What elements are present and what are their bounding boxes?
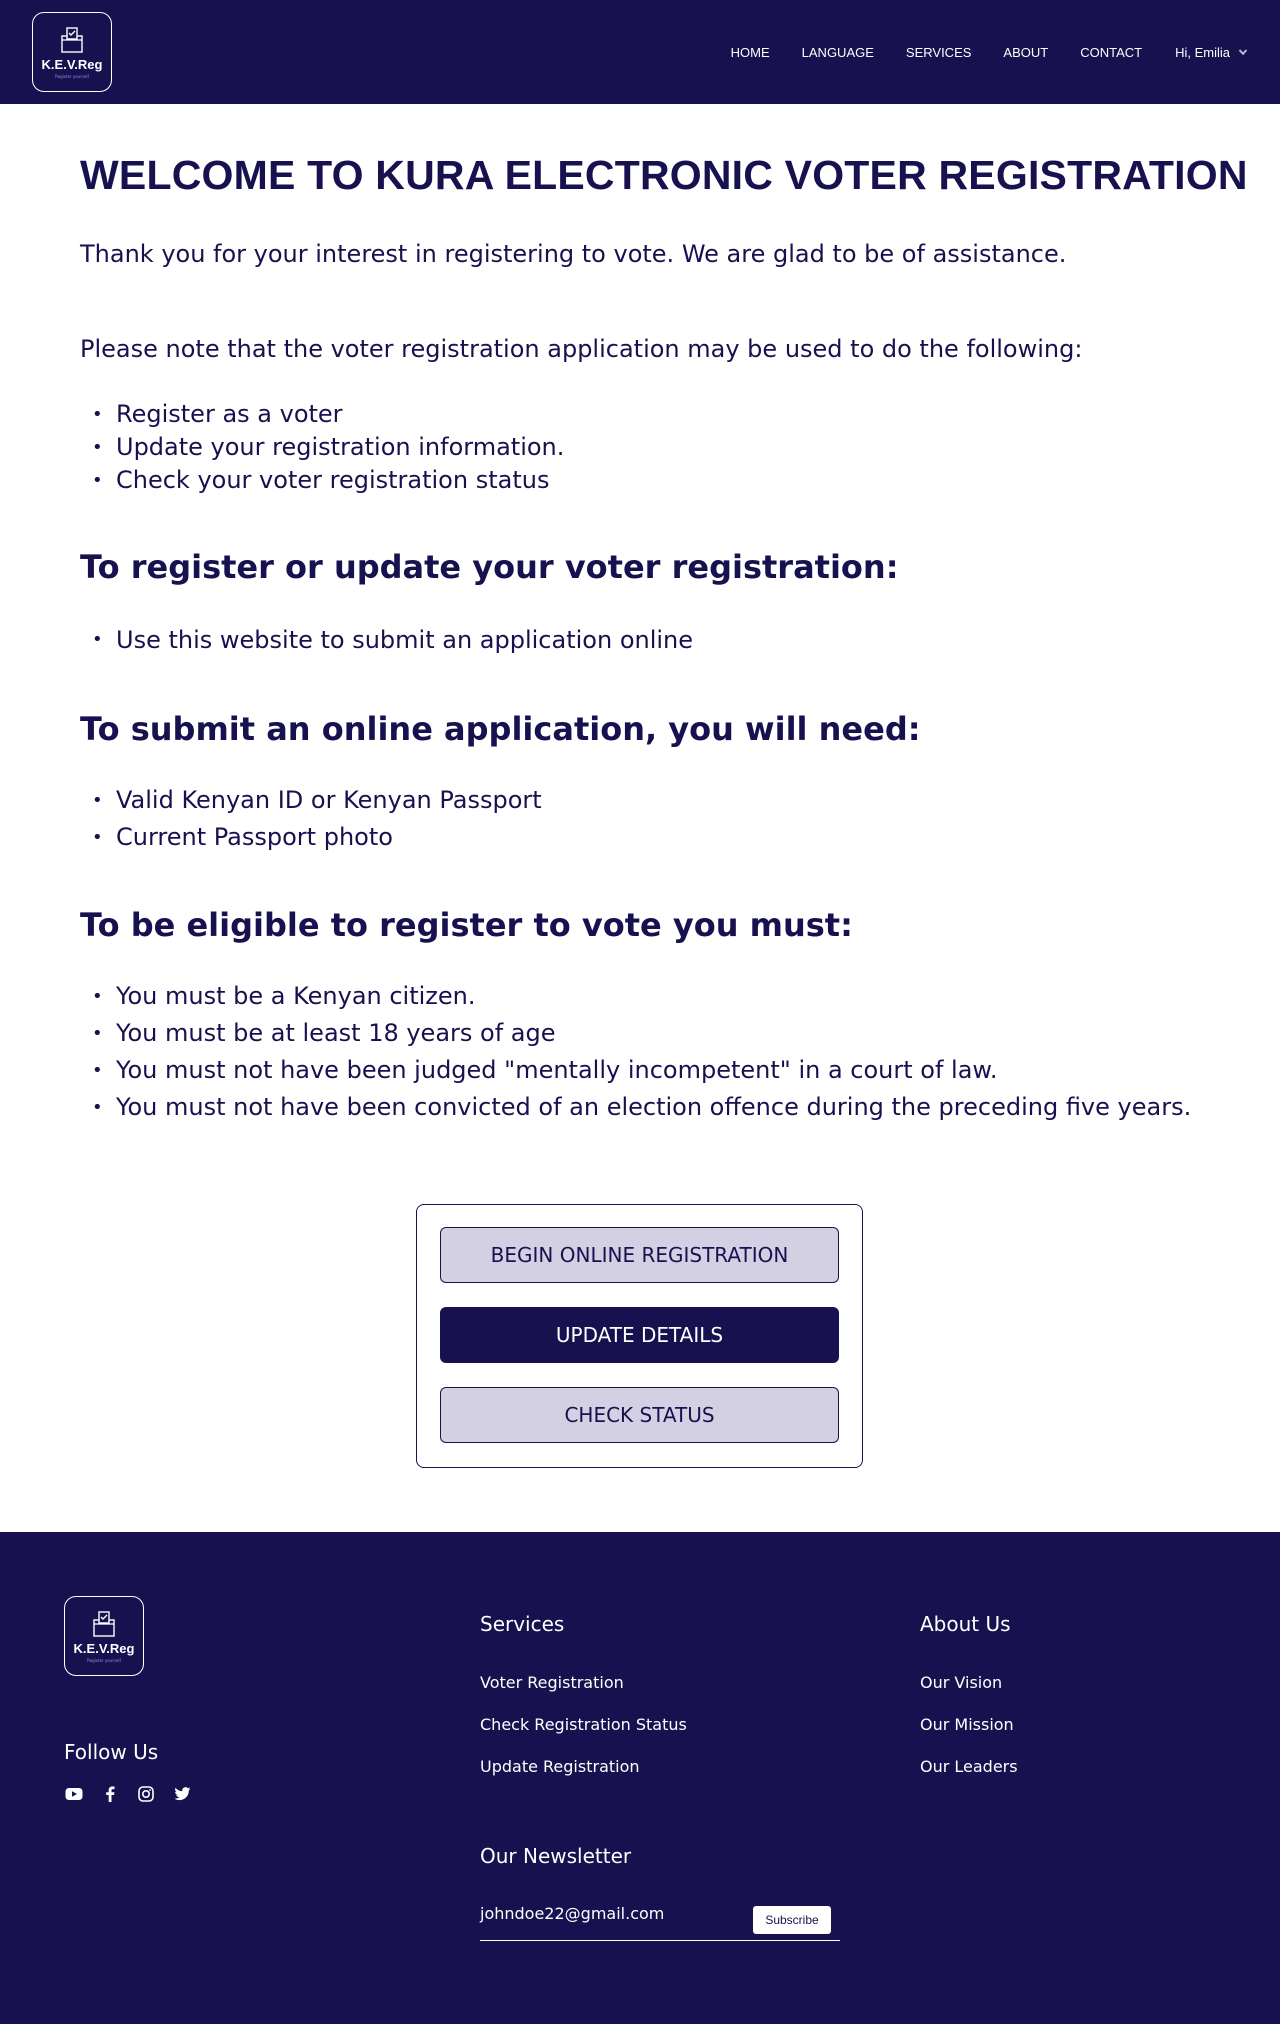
follow-us-heading: Follow Us [64, 1740, 159, 1764]
check-status-button[interactable]: CHECK STATUS [440, 1387, 839, 1443]
top-navbar: K.E.V.Reg Register yourself HOME LANGUAG… [0, 0, 1280, 104]
instagram-icon[interactable] [136, 1784, 156, 1804]
chevron-down-icon [1238, 49, 1248, 56]
user-menu[interactable]: Hi, Emilia [1175, 45, 1248, 60]
footer-link-our-leaders[interactable]: Our Leaders [920, 1757, 1018, 1776]
eligibility-heading: To be eligible to register to vote you m… [80, 906, 853, 944]
ballot-box-icon [93, 1611, 115, 1637]
twitter-icon[interactable] [172, 1784, 192, 1804]
brand-name: K.E.V.Reg [41, 57, 103, 72]
footer-brand-name: K.E.V.Reg [73, 1641, 135, 1656]
about-heading: About Us [920, 1612, 1011, 1636]
subscribe-button[interactable]: Subscribe [753, 1906, 831, 1934]
note-text: Please note that the voter registration … [80, 335, 1083, 363]
nav-language[interactable]: LANGUAGE [802, 45, 874, 60]
brand-logo[interactable]: K.E.V.Reg Register yourself [32, 12, 112, 92]
facebook-icon[interactable] [100, 1784, 120, 1804]
list-item: Check your voter registration status [80, 464, 564, 497]
list-item: You must be at least 18 years of age [80, 1015, 1191, 1052]
list-item: Use this website to submit an applicatio… [80, 621, 693, 659]
footer-link-our-vision[interactable]: Our Vision [920, 1673, 1002, 1692]
list-item: Register as a voter [80, 398, 564, 431]
page-title: WELCOME TO KURA ELECTRONIC VOTER REGISTR… [80, 152, 1248, 198]
list-item: You must not have been judged "mentally … [80, 1052, 1191, 1089]
update-list: Use this website to submit an applicatio… [80, 621, 693, 659]
requirements-list: Valid Kenyan ID or Kenyan Passport Curre… [80, 782, 542, 856]
footer-link-voter-registration[interactable]: Voter Registration [480, 1673, 624, 1692]
services-heading: Services [480, 1612, 565, 1636]
list-item: You must not have been convicted of an e… [80, 1089, 1191, 1126]
youtube-icon[interactable] [64, 1784, 84, 1804]
action-card: BEGIN ONLINE REGISTRATION UPDATE DETAILS… [416, 1204, 863, 1468]
footer-link-update-registration[interactable]: Update Registration [480, 1757, 640, 1776]
nav-contact[interactable]: CONTACT [1080, 45, 1142, 60]
social-links [64, 1784, 208, 1804]
list-item: Valid Kenyan ID or Kenyan Passport [80, 782, 542, 819]
footer-link-our-mission[interactable]: Our Mission [920, 1715, 1014, 1734]
uses-list: Register as a voter Update your registra… [80, 398, 564, 497]
footer-link-check-status[interactable]: Check Registration Status [480, 1715, 687, 1734]
update-heading: To register or update your voter registr… [80, 548, 899, 586]
list-item: You must be a Kenyan citizen. [80, 978, 1191, 1015]
nav-home[interactable]: HOME [731, 45, 770, 60]
footer-logo[interactable]: K.E.V.Reg Register yourself [64, 1596, 144, 1676]
ballot-box-icon [61, 27, 83, 53]
begin-registration-button[interactable]: BEGIN ONLINE REGISTRATION [440, 1227, 839, 1283]
brand-tagline: Register yourself [55, 74, 89, 79]
nav-about[interactable]: ABOUT [1003, 45, 1048, 60]
newsletter-input-underline [480, 1940, 840, 1941]
footer-brand-tagline: Register yourself [87, 1658, 121, 1663]
list-item: Current Passport photo [80, 819, 542, 856]
list-item: Update your registration information. [80, 431, 564, 464]
newsletter-email-input[interactable]: johndoe22@gmail.com [480, 1904, 746, 1923]
newsletter-heading: Our Newsletter [480, 1844, 632, 1868]
update-details-button[interactable]: UPDATE DETAILS [440, 1307, 839, 1363]
intro-text: Thank you for your interest in registeri… [80, 240, 1067, 268]
main-nav: HOME LANGUAGE SERVICES ABOUT CONTACT Hi,… [699, 0, 1248, 104]
footer: K.E.V.Reg Register yourself [0, 1532, 1280, 2024]
eligibility-list: You must be a Kenyan citizen. You must b… [80, 978, 1191, 1126]
requirements-heading: To submit an online application, you wil… [80, 710, 921, 748]
nav-services[interactable]: SERVICES [906, 45, 972, 60]
user-greeting: Hi, Emilia [1175, 44, 1230, 60]
